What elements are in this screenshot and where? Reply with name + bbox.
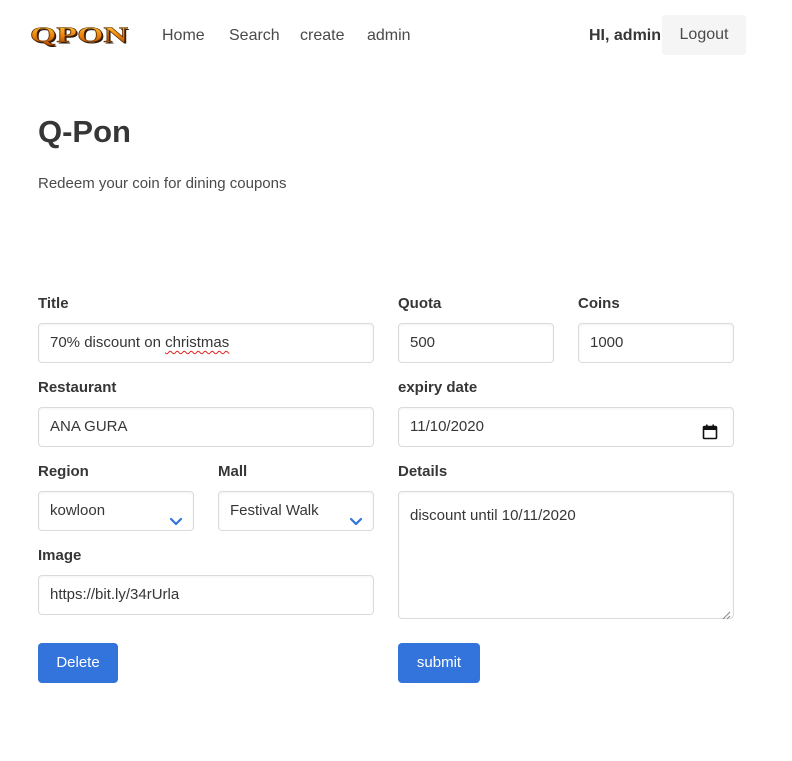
nav-admin-link[interactable]: admin (367, 26, 411, 46)
region-select-value: kowloon (50, 502, 106, 519)
title-input-misspelled-word: christmas (165, 334, 230, 351)
restaurant-input[interactable]: ANA GURA (38, 407, 374, 447)
resize-grip-icon[interactable] (722, 607, 731, 620)
coins-input[interactable]: 1000 (578, 323, 734, 363)
quota-input-text: 500 (410, 334, 436, 351)
page-title: Q-Pon (38, 114, 131, 149)
details-textarea-text: discount until 10/11/2020 (410, 507, 576, 524)
mall-select-value: Festival Walk (230, 502, 319, 519)
submit-button[interactable]: submit (398, 643, 480, 683)
quota-label: Quota (398, 295, 442, 312)
page-subtitle: Redeem your coin for dining coupons (38, 175, 287, 192)
user-greeting: HI, admin (589, 27, 662, 44)
calendar-icon[interactable] (701, 418, 719, 440)
image-url-input-text: https://bit.ly/34rUrla (50, 586, 180, 603)
details-label: Details (398, 463, 448, 480)
logout-button[interactable]: Logout (662, 15, 746, 55)
title-input-text: 70% discount on (50, 334, 166, 351)
region-select[interactable]: kowloon (38, 491, 194, 531)
title-label: Title (38, 295, 69, 312)
expiry-date-input[interactable]: 11/10/2020 (398, 407, 734, 447)
chevron-down-icon (349, 505, 363, 526)
chevron-down-icon (169, 505, 183, 526)
svg-text:QPON: QPON (30, 22, 128, 47)
nav-home-link[interactable]: Home (162, 26, 205, 46)
restaurant-input-text: ANA GURA (50, 418, 128, 435)
navbar: QPON QPON Home Search create admin HI, a… (0, 0, 792, 70)
expiry-date-label: expiry date (398, 379, 478, 396)
nav-search-link[interactable]: Search (229, 26, 280, 46)
details-textarea[interactable]: discount until 10/11/2020 (398, 491, 734, 620)
mall-label: Mall (218, 463, 248, 480)
coins-input-text: 1000 (590, 334, 624, 351)
quota-input[interactable]: 500 (398, 323, 554, 363)
delete-button[interactable]: Delete (38, 643, 118, 683)
coins-label: Coins (578, 295, 620, 312)
mall-select[interactable]: Festival Walk (218, 491, 374, 531)
region-label: Region (38, 463, 89, 480)
restaurant-label: Restaurant (38, 379, 117, 396)
nav-create-link[interactable]: create (300, 26, 344, 46)
image-url-input[interactable]: https://bit.ly/34rUrla (38, 575, 374, 615)
image-label: Image (38, 547, 82, 564)
expiry-date-input-text: 11/10/2020 (410, 418, 484, 435)
qpon-logo[interactable]: QPON QPON (28, 22, 132, 48)
title-input[interactable]: 70% discount on christmas (38, 323, 374, 363)
